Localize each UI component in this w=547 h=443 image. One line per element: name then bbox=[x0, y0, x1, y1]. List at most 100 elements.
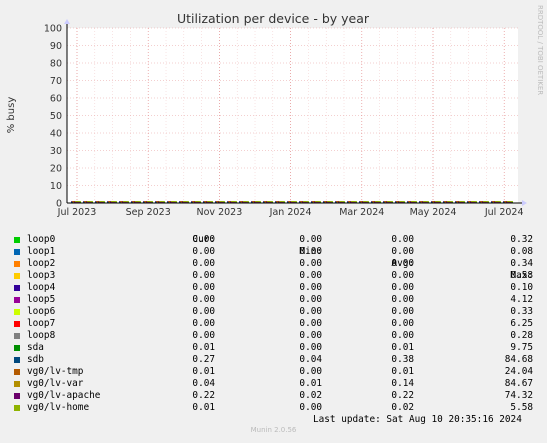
legend-max-value: 84.67 bbox=[504, 378, 533, 389]
legend-cur-value: 0.00 bbox=[192, 318, 215, 329]
x-tick-label: Nov 2023 bbox=[197, 207, 243, 218]
legend-cur-value: 0.00 bbox=[192, 270, 215, 281]
legend-series-name: vg0/lv-var bbox=[27, 378, 84, 389]
legend-swatch bbox=[14, 261, 20, 267]
legend-swatch bbox=[14, 297, 20, 303]
y-tick-label: 30 bbox=[50, 146, 62, 157]
legend-cur-value: 0.00 bbox=[192, 282, 215, 293]
legend-series-name: loop1 bbox=[27, 246, 56, 257]
legend-max-value: 84.68 bbox=[504, 354, 533, 365]
munin-version: Munin 2.0.56 bbox=[250, 426, 297, 434]
legend-cur-value: 0.01 bbox=[192, 342, 215, 353]
y-tick-label: 60 bbox=[50, 94, 62, 105]
legend-min-value: 0.00 bbox=[299, 306, 322, 317]
x-tick-label: Jul 2023 bbox=[57, 207, 97, 218]
legend-swatch bbox=[14, 393, 20, 399]
legend-row: sda 0.01 0.00 0.01 9.75 bbox=[0, 342, 547, 354]
legend-avg-value: 0.00 bbox=[391, 330, 414, 341]
legend-min-value: 0.00 bbox=[299, 318, 322, 329]
y-tick-label: 40 bbox=[50, 129, 62, 140]
x-tick-label: May 2024 bbox=[410, 207, 457, 218]
y-tick-label: 100 bbox=[44, 24, 62, 35]
legend-row: sdb 0.27 0.04 0.38 84.68 bbox=[0, 354, 547, 366]
utilization-chart: 0102030405060708090100 Jul 2023 Sep 2023 N… bbox=[6, 5, 544, 218]
legend-cur-value: 0.00 bbox=[192, 246, 215, 257]
series-layer bbox=[71, 201, 513, 203]
chart-title: Utilization per device - by year bbox=[177, 11, 370, 26]
y-tick-label: 90 bbox=[50, 41, 62, 52]
legend-cur-value: 0.00 bbox=[192, 330, 215, 341]
legend-row: loop8 0.00 0.00 0.00 0.28 bbox=[0, 330, 547, 342]
legend-max-value: 5.58 bbox=[510, 402, 533, 413]
legend-max-value: 0.10 bbox=[510, 282, 533, 293]
legend-avg-value: 0.14 bbox=[391, 378, 414, 389]
legend-series-name: sda bbox=[27, 342, 44, 353]
y-tick-label: 20 bbox=[50, 164, 62, 175]
legend-row: loop5 0.00 0.00 0.00 4.12 bbox=[0, 294, 547, 306]
legend-row: loop6 0.00 0.00 0.00 0.33 bbox=[0, 306, 547, 318]
legend-avg-value: 0.01 bbox=[391, 366, 414, 377]
legend-series-name: loop8 bbox=[27, 330, 56, 341]
legend-min-value: 0.00 bbox=[299, 234, 322, 245]
legend-row: loop1 0.00 0.00 0.00 0.08 bbox=[0, 246, 547, 258]
x-axis-arrow bbox=[522, 200, 527, 206]
legend-max-value: 0.58 bbox=[510, 270, 533, 281]
legend-swatch bbox=[14, 345, 20, 351]
legend-avg-value: 0.00 bbox=[391, 246, 414, 257]
legend-min-value: 0.01 bbox=[299, 378, 322, 389]
legend-cur-value: 0.22 bbox=[192, 390, 215, 401]
x-tick-label: Jul 2024 bbox=[484, 207, 524, 218]
legend-series-name: vg0/lv-apache bbox=[27, 390, 101, 401]
legend-avg-value: 0.02 bbox=[391, 402, 414, 413]
legend-max-value: 24.04 bbox=[504, 366, 533, 377]
legend-max-value: 6.25 bbox=[510, 318, 533, 329]
legend-series-name: loop4 bbox=[27, 282, 56, 293]
legend-swatch bbox=[14, 333, 20, 339]
legend-min-value: 0.00 bbox=[299, 402, 322, 413]
legend-avg-value: 0.00 bbox=[391, 258, 414, 269]
legend-max-value: 0.08 bbox=[510, 246, 533, 257]
legend-cur-value: 0.00 bbox=[192, 294, 215, 305]
last-update: Last update: Sat Aug 10 20:35:16 2024 bbox=[313, 414, 522, 425]
legend-avg-value: 0.00 bbox=[391, 234, 414, 245]
legend-max-value: 4.12 bbox=[510, 294, 533, 305]
watermark: RRDTOOL / TOBI OETIKER bbox=[536, 5, 544, 95]
legend-swatch bbox=[14, 405, 20, 411]
legend-avg-value: 0.00 bbox=[391, 270, 414, 281]
legend-cur-value: 0.01 bbox=[192, 402, 215, 413]
legend-max-value: 0.33 bbox=[510, 306, 533, 317]
legend-swatch bbox=[14, 369, 20, 375]
legend-row: loop0 0.00 0.00 0.00 0.32 bbox=[0, 234, 547, 246]
legend-swatch bbox=[14, 357, 20, 363]
legend-row: loop2 0.00 0.00 0.00 0.34 bbox=[0, 258, 547, 270]
legend-swatch bbox=[14, 309, 20, 315]
legend-swatch bbox=[14, 285, 20, 291]
legend-min-value: 0.00 bbox=[299, 294, 322, 305]
legend-cur-value: 0.00 bbox=[192, 306, 215, 317]
legend-cur-value: 0.00 bbox=[192, 234, 215, 245]
y-tick-label: 50 bbox=[50, 111, 62, 122]
legend-swatch bbox=[14, 381, 20, 387]
y-tick-label: 80 bbox=[50, 59, 62, 70]
legend-row: vg0/lv-home 0.01 0.00 0.02 5.58 bbox=[0, 402, 547, 414]
legend-row: vg0/lv-apache 0.22 0.02 0.22 74.32 bbox=[0, 390, 547, 402]
legend-avg-value: 0.22 bbox=[391, 390, 414, 401]
x-tick-label: Jan 2024 bbox=[269, 207, 312, 218]
legend-cur-value: 0.00 bbox=[192, 258, 215, 269]
y-axis-label: % busy bbox=[6, 97, 17, 134]
legend-swatch bbox=[14, 321, 20, 327]
x-tick-labels: Jul 2023 Sep 2023 Nov 2023 Jan 2024 Mar 2024… bbox=[57, 207, 524, 218]
legend-series-name: loop2 bbox=[27, 258, 56, 269]
legend-max-value: 9.75 bbox=[510, 342, 533, 353]
legend-avg-value: 0.38 bbox=[391, 354, 414, 365]
legend-row: vg0/lv-tmp 0.01 0.00 0.01 24.04 bbox=[0, 366, 547, 378]
legend-series-name: loop6 bbox=[27, 306, 56, 317]
legend-min-value: 0.04 bbox=[299, 354, 322, 365]
legend-min-value: 0.00 bbox=[299, 246, 322, 257]
y-tick-labels: 0102030405060708090100 bbox=[44, 24, 62, 210]
legend-series-name: loop3 bbox=[27, 270, 56, 281]
legend-avg-value: 0.00 bbox=[391, 282, 414, 293]
legend-avg-value: 0.00 bbox=[391, 294, 414, 305]
legend-min-value: 0.02 bbox=[299, 390, 322, 401]
legend-row: loop4 0.00 0.00 0.00 0.10 bbox=[0, 282, 547, 294]
